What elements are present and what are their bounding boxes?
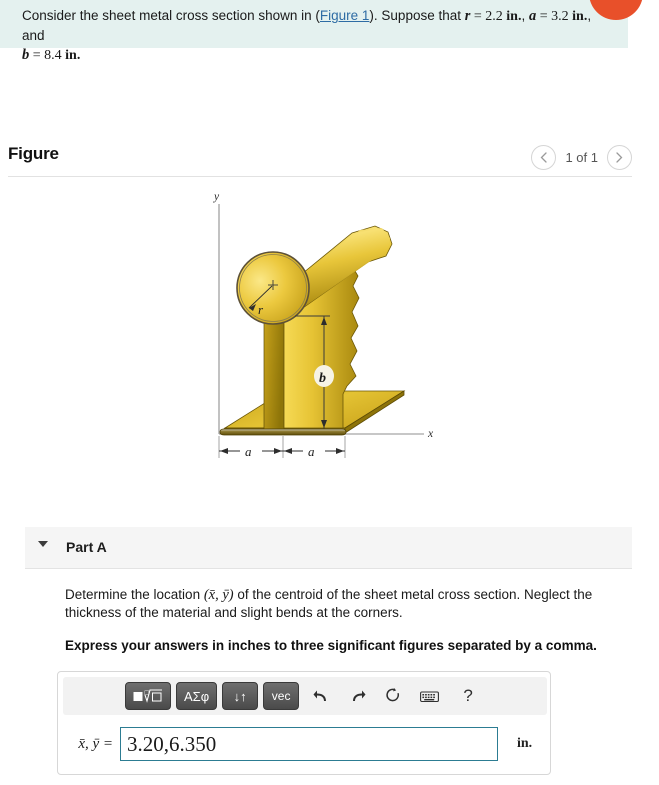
part-a-label: Part A [66,539,107,555]
answer-row: x̄, ȳ = in. [58,724,550,764]
reset-circle-icon[interactable] [379,683,407,709]
b-dimension-label: b [319,371,326,386]
figure-prev-button[interactable] [531,145,556,170]
problem-statement-text: Consider the sheet metal cross section s… [22,6,598,65]
question-centroid-symbols: (x̄, ȳ) [204,587,234,603]
question-prompt: Determine the location (x̄, ȳ) of the ce… [65,586,650,622]
chevron-left-icon [540,152,547,163]
value-a: = 3.2 [536,9,572,24]
figure-counter: 1 of 1 [565,150,598,165]
undo-icon-glyph [313,689,330,704]
statement-text-after-link: ). Suppose that [369,8,464,23]
figure-header: Figure 1 of 1 [8,144,632,178]
answer-input[interactable] [120,727,498,761]
answer-unit-label: in. [517,736,532,752]
sheet-metal-cross-section-svg: y x r b a a [0,186,659,466]
a-dimension-label-right: a [308,444,315,459]
template-sqrt-button[interactable]: ☐ [125,682,171,710]
chevron-right-icon [616,152,623,163]
keyboard-icon-glyph [420,690,439,703]
part-a-header[interactable]: Part A [25,527,632,569]
caret-down-icon[interactable] [38,541,48,547]
y-axis-label: y [213,191,220,203]
unit-a: in. [572,9,587,24]
a-arrow-right-1 [284,448,292,454]
question-body: Determine the location (x̄, ȳ) of the ce… [65,586,650,655]
redo-arrow-icon[interactable] [343,683,371,709]
problem-statement-banner: Consider the sheet metal cross section s… [0,0,628,48]
reset-icon-glyph [385,688,401,704]
figure-next-button[interactable] [607,145,632,170]
value-r: = 2.2 [470,9,506,24]
a-dimension-label-left: a [245,444,252,459]
answer-prefix-label: x̄, ȳ = [58,736,120,753]
question-instruction: Express your answers in inches to three … [65,637,650,655]
a-arrow-right-2 [336,448,344,454]
unit-r: in. [506,9,521,24]
vector-button[interactable]: vec [263,682,299,710]
unit-b: in. [65,48,80,63]
base-strip [220,429,346,435]
x-axis-label: x [427,428,434,440]
value-b: = 8.4 [29,48,65,63]
figure-1-link[interactable]: Figure 1 [320,8,370,23]
sqrt-template-icon: ☐ [133,688,163,705]
greek-symbols-button[interactable]: ΑΣφ [176,682,217,710]
figure-divider [8,176,632,177]
figure-title: Figure [8,144,59,164]
statement-separator-1: , [521,8,529,23]
math-toolbar: ☐ ΑΣφ ↓↑ vec [63,677,547,715]
statement-text-before-link: Consider the sheet metal cross section s… [22,8,320,23]
question-mark-icon[interactable]: ? [454,683,482,709]
keyboard-icon[interactable] [415,683,443,709]
sub-superscript-button[interactable]: ↓↑ [222,682,258,710]
figure-navigation: 1 of 1 [531,145,632,170]
figure-diagram: y x r b a a [0,186,659,466]
question-text-1: Determine the location [65,587,204,602]
answer-panel: ☐ ΑΣφ ↓↑ vec [57,671,551,775]
undo-arrow-icon[interactable] [307,683,335,709]
a-arrow-left-1 [220,448,228,454]
a-arrow-left-2 [274,448,282,454]
redo-icon-glyph [349,689,366,704]
